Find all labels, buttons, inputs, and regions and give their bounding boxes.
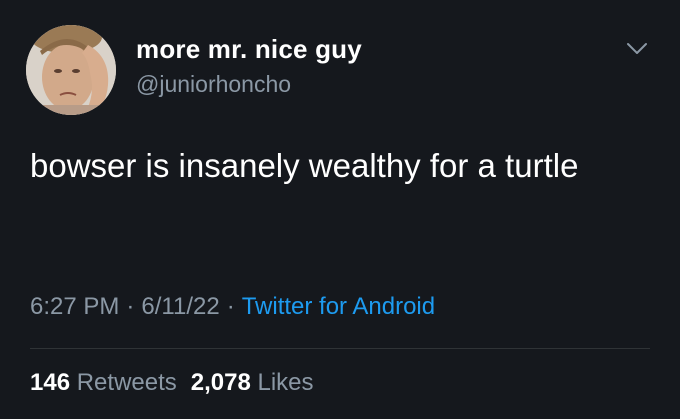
user-handle[interactable]: @juniorhoncho xyxy=(136,71,291,98)
retweets-stat[interactable]: 146 Retweets xyxy=(30,369,177,396)
tweet-date[interactable]: 6/11/22 xyxy=(141,293,219,320)
likes-count: 2,078 xyxy=(190,369,251,396)
chevron-down-icon xyxy=(627,43,647,54)
tweet-source-link[interactable]: Twitter for Android xyxy=(242,293,435,320)
more-options-button[interactable] xyxy=(624,36,650,62)
retweets-label: Retweets xyxy=(76,369,177,396)
retweets-count: 146 xyxy=(30,369,71,396)
likes-stat[interactable]: 2,078 Likes xyxy=(191,369,314,396)
likes-label: Likes xyxy=(257,369,314,396)
tweet-time[interactable]: 6:27 PM xyxy=(30,293,119,320)
meta-separator: · xyxy=(226,293,235,320)
divider xyxy=(30,348,650,349)
tweet-stats: 146 Retweets 2,078 Likes xyxy=(30,369,314,397)
meta-separator: · xyxy=(126,293,135,320)
avatar[interactable] xyxy=(26,25,116,115)
display-name[interactable]: more mr. nice guy xyxy=(136,34,362,65)
tweet-card: more mr. nice guy @juniorhoncho bowser i… xyxy=(0,0,680,419)
avatar-image xyxy=(26,25,116,115)
tweet-meta: 6:27 PM · 6/11/22 · Twitter for Android xyxy=(30,293,435,321)
tweet-text: bowser is insanely wealthy for a turtle xyxy=(30,147,579,184)
